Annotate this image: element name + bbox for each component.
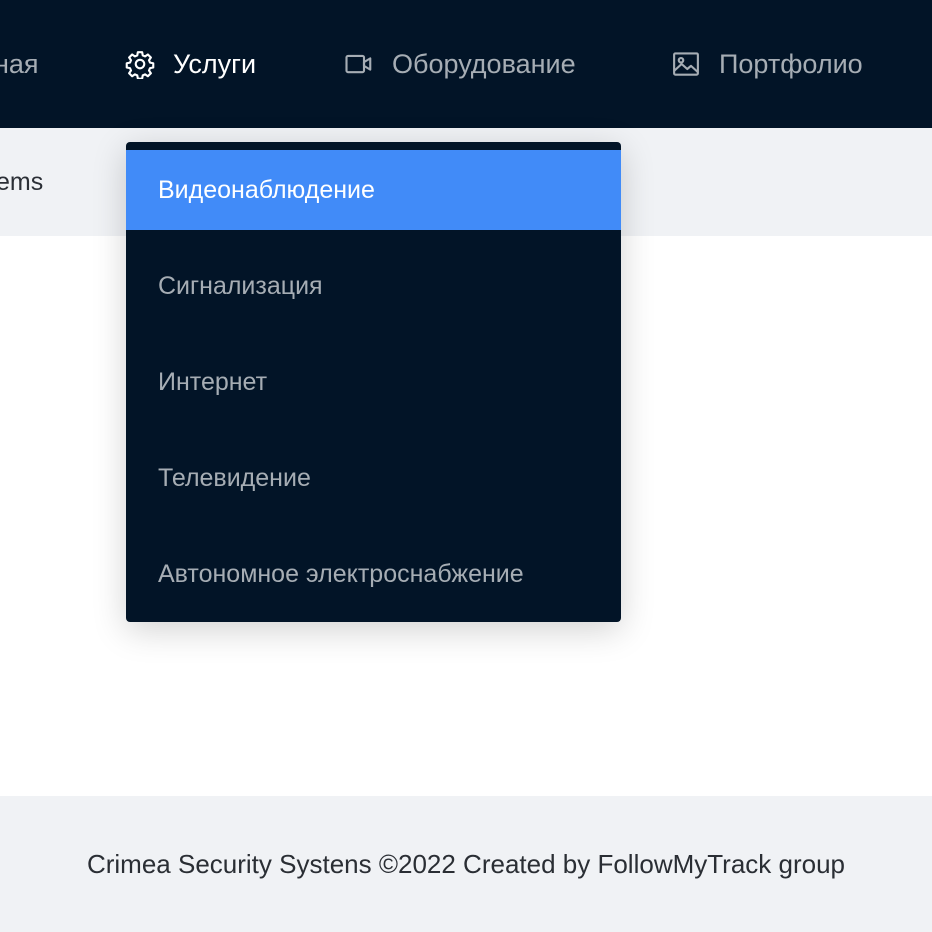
menu-item-alarm[interactable]: Сигнализация [126, 246, 621, 326]
footer-copyright: Crimea Security Systens ©2022 Created by… [86, 848, 846, 879]
menu-item-video-surveillance[interactable]: Видеонаблюдение [126, 150, 621, 230]
nav-item-portfolio[interactable]: Портфолио [671, 0, 863, 128]
nav-item-portfolio-label: Портфолио [719, 48, 863, 79]
footer: Crimea Security Systens ©2022 Created by… [0, 796, 932, 932]
nav-item-equipment-label: Оборудование [392, 48, 576, 79]
video-camera-icon [344, 49, 374, 79]
nav-item-services-label: Услуги [173, 48, 257, 79]
image-icon [671, 49, 701, 79]
nav-item-services[interactable]: Услуги [125, 0, 256, 128]
top-navigation: ная Услуги Оборудование Портфолио [0, 0, 932, 128]
services-dropdown-menu: Видеонаблюдение Сигнализация Интернет Те… [126, 142, 621, 622]
menu-item-autonomous-power[interactable]: Автономное электроснабжение [126, 534, 621, 614]
nav-item-equipment[interactable]: Оборудование [344, 0, 576, 128]
gear-icon [125, 49, 155, 79]
menu-item-television[interactable]: Телевидение [126, 438, 621, 518]
menu-item-internet[interactable]: Интернет [126, 342, 621, 422]
breadcrumb: ems [0, 168, 44, 196]
nav-item-home-label: ная [0, 48, 39, 79]
nav-item-home[interactable]: ная [0, 0, 39, 128]
